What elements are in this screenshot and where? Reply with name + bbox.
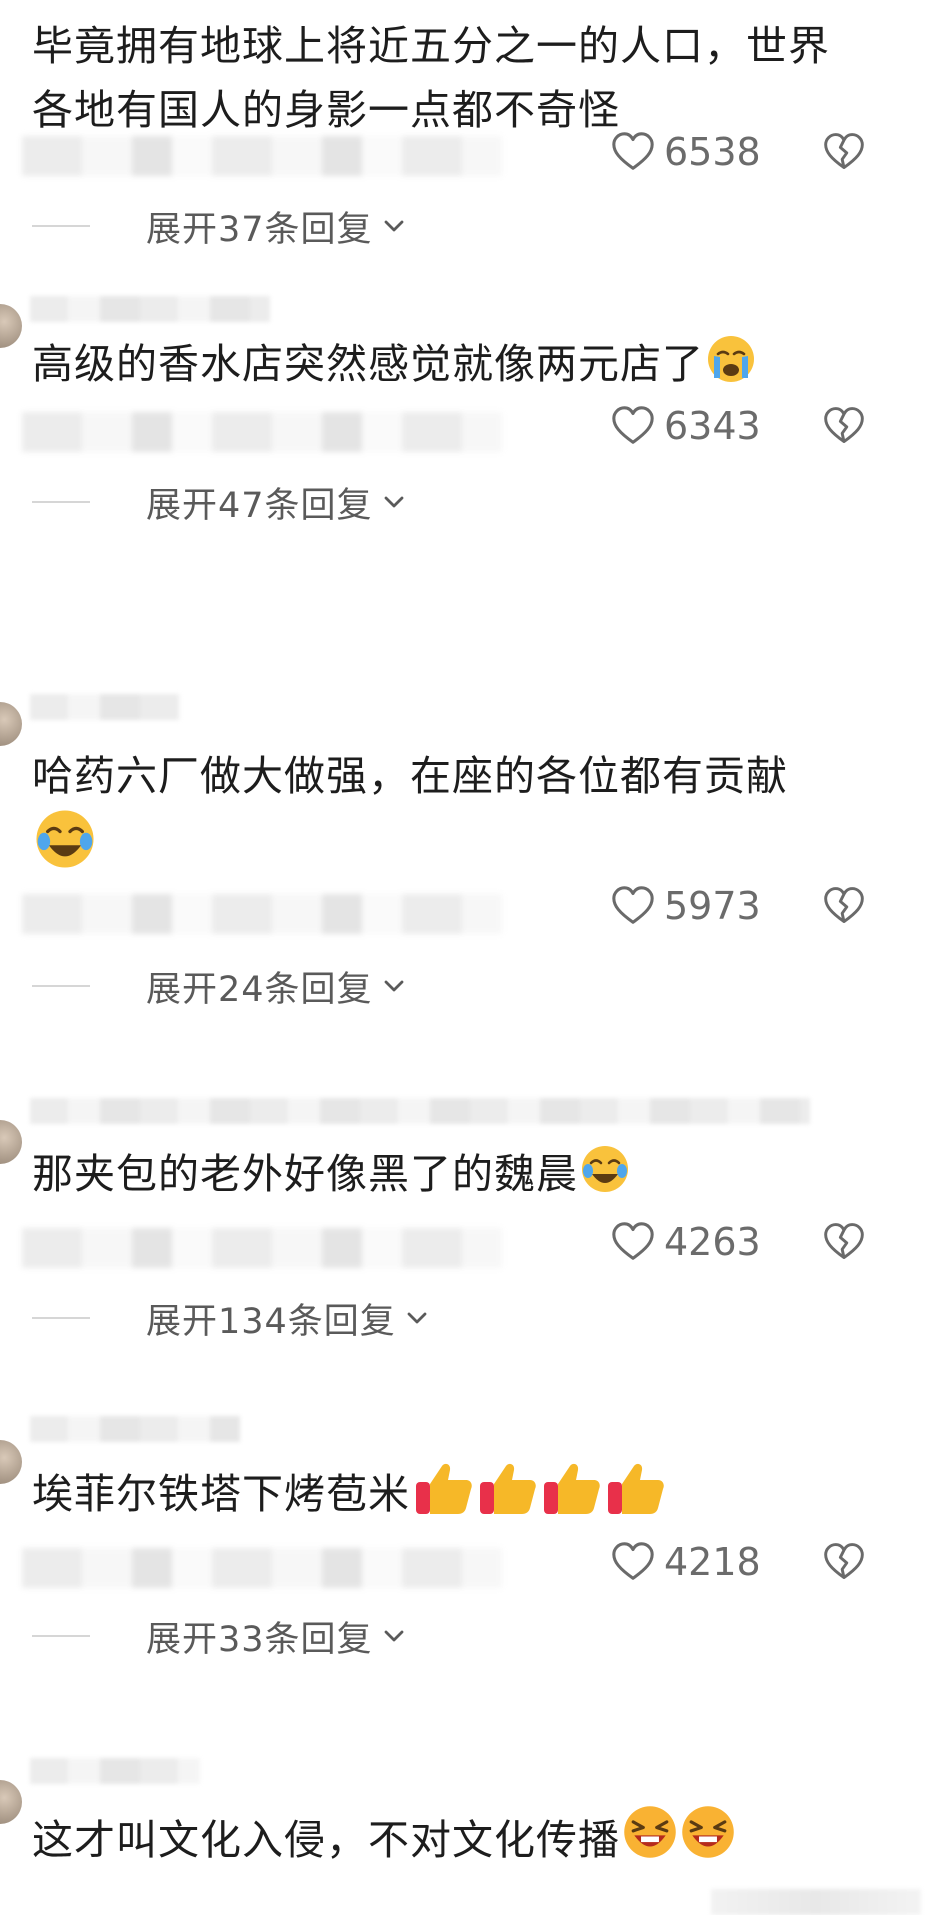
- author-name-blurred: [30, 1758, 200, 1784]
- like-button[interactable]: 5973: [610, 882, 761, 930]
- watermark: [711, 1889, 921, 1915]
- like-button[interactable]: 4218: [610, 1538, 761, 1586]
- heart-icon: [610, 403, 656, 449]
- thumbs-up-icon: [414, 1460, 474, 1516]
- like-button[interactable]: 4263: [610, 1218, 761, 1266]
- comment-meta-blurred: [22, 1548, 502, 1588]
- broken-heart-icon[interactable]: [822, 404, 866, 448]
- comment-text-row: 那夹包的老外好像黑了的魏晨: [32, 1142, 852, 1206]
- thumbs-up-icon: [606, 1460, 666, 1516]
- like-button[interactable]: 6538: [610, 128, 761, 176]
- comment-meta-blurred: [22, 136, 502, 176]
- expand-replies-button[interactable]: 展开33条回复: [32, 1614, 405, 1660]
- like-count: 6343: [664, 404, 761, 448]
- broken-heart-icon[interactable]: [822, 1540, 866, 1584]
- divider-line: [32, 501, 90, 503]
- divider-line: [32, 1317, 90, 1319]
- like-count: 5973: [664, 884, 761, 928]
- avatar[interactable]: [0, 702, 22, 746]
- expand-replies-label: 展开24条回复: [146, 969, 373, 1010]
- laughing-face-icon: [622, 1804, 678, 1860]
- broken-heart-icon[interactable]: [822, 130, 866, 174]
- expand-replies-button[interactable]: 展开37条回复: [32, 204, 405, 250]
- like-button[interactable]: 6343: [610, 402, 761, 450]
- avatar[interactable]: [0, 1440, 22, 1484]
- chevron-down-icon: [383, 1625, 405, 1647]
- comment-text: 哈药六厂做大做强，在座的各位都有贡献: [32, 752, 788, 800]
- expand-replies-label: 展开33条回复: [146, 1619, 373, 1660]
- like-count: 6538: [664, 130, 761, 174]
- chevron-down-icon: [383, 491, 405, 513]
- avatar[interactable]: [0, 304, 22, 348]
- comment-meta-blurred: [22, 894, 502, 934]
- expand-replies-button[interactable]: 展开134条回复: [32, 1296, 428, 1342]
- divider-line: [32, 985, 90, 987]
- comment-text-row: 高级的香水店突然感觉就像两元店了: [32, 332, 852, 396]
- expand-replies-label: 展开47条回复: [146, 485, 373, 526]
- laughing-face-icon: [680, 1804, 736, 1860]
- divider-line: [32, 1635, 90, 1637]
- broken-heart-icon[interactable]: [822, 1220, 866, 1264]
- author-name-blurred: [30, 694, 180, 720]
- comment-meta-blurred: [22, 412, 502, 452]
- tears-of-joy-icon: [580, 1144, 630, 1194]
- comment-text: 毕竟拥有地球上将近五分之一的人口，世界各地有国人的身影一点都不奇怪: [32, 22, 830, 134]
- avatar[interactable]: [0, 1120, 22, 1164]
- heart-icon: [610, 1539, 656, 1585]
- comment-meta-blurred: [22, 1228, 502, 1268]
- like-count: 4218: [664, 1540, 761, 1584]
- expand-replies-label: 展开37条回复: [146, 209, 373, 250]
- comment-text: 这才叫文化入侵，不对文化传播: [32, 1816, 620, 1864]
- comment-text: 埃菲尔铁塔下烤苞米: [32, 1470, 410, 1518]
- chevron-down-icon: [383, 975, 405, 997]
- heart-icon: [610, 883, 656, 929]
- expand-replies-button[interactable]: 展开47条回复: [32, 480, 405, 526]
- avatar[interactable]: [0, 1780, 22, 1824]
- divider-line: [32, 225, 90, 227]
- comment-text: 那夹包的老外好像黑了的魏晨: [32, 1150, 578, 1198]
- comment-text: 高级的香水店突然感觉就像两元店了: [32, 340, 704, 388]
- tears-of-joy-icon: [34, 808, 96, 870]
- crying-face-icon: [706, 334, 756, 384]
- chevron-down-icon: [406, 1307, 428, 1329]
- author-name-blurred: [30, 1416, 240, 1442]
- heart-icon: [610, 1219, 656, 1265]
- comment-text-row: 埃菲尔铁塔下烤苞米: [32, 1460, 852, 1526]
- heart-icon: [610, 129, 656, 175]
- expand-replies-button[interactable]: 展开24条回复: [32, 964, 405, 1010]
- comment-text-row: 哈药六厂做大做强，在座的各位都有贡献: [32, 744, 852, 882]
- chevron-down-icon: [383, 215, 405, 237]
- thumbs-up-icon: [542, 1460, 602, 1516]
- expand-replies-label: 展开134条回复: [146, 1301, 396, 1342]
- author-name-blurred: [30, 1098, 810, 1124]
- like-count: 4263: [664, 1220, 761, 1264]
- author-name-blurred: [30, 296, 270, 322]
- broken-heart-icon[interactable]: [822, 884, 866, 928]
- thumbs-up-icon: [478, 1460, 538, 1516]
- comment-text-row: 这才叫文化入侵，不对文化传播: [32, 1804, 852, 1872]
